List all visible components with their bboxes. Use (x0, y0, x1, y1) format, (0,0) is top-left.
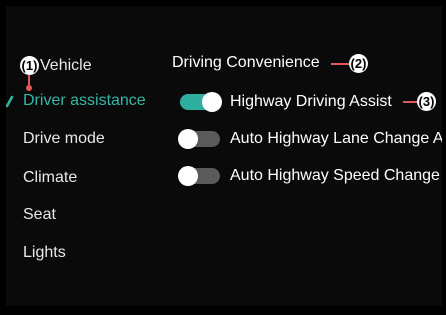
sidebar-item-lights[interactable]: Lights (23, 244, 66, 262)
callout-line-3 (403, 101, 417, 103)
toggle-knob (178, 166, 198, 186)
toggle-knob (178, 129, 198, 149)
active-check-icon (6, 95, 14, 108)
callout-dot-1 (26, 85, 32, 91)
toggle-knob (202, 92, 222, 112)
sidebar-item-climate[interactable]: Climate (23, 169, 77, 187)
sidebar-item-seat[interactable]: Seat (23, 206, 56, 224)
sidebar-item-driver-assistance[interactable]: Driver assistance (23, 92, 146, 110)
toggle-label: Auto Highway Lane Change As (230, 130, 442, 147)
section-title: Driving Convenience (172, 54, 320, 71)
callout-line-2 (331, 63, 349, 65)
toggle-switch[interactable] (178, 129, 220, 149)
callout-badge-1: (1) (20, 56, 39, 75)
callout-badge-2: (2) (349, 54, 368, 73)
sidebar-item-vehicle[interactable]: Vehicle (40, 57, 92, 75)
toggle-switch[interactable] (180, 92, 222, 112)
toggle-label: Highway Driving Assist (230, 93, 392, 110)
toggle-label: Auto Highway Speed Change (230, 167, 440, 184)
sidebar-item-drive-mode[interactable]: Drive mode (23, 130, 105, 148)
toggle-switch[interactable] (178, 166, 220, 186)
settings-screen: Vehicle Driver assistance Drive mode Cli… (6, 6, 442, 306)
callout-badge-3: (3) (417, 92, 436, 111)
